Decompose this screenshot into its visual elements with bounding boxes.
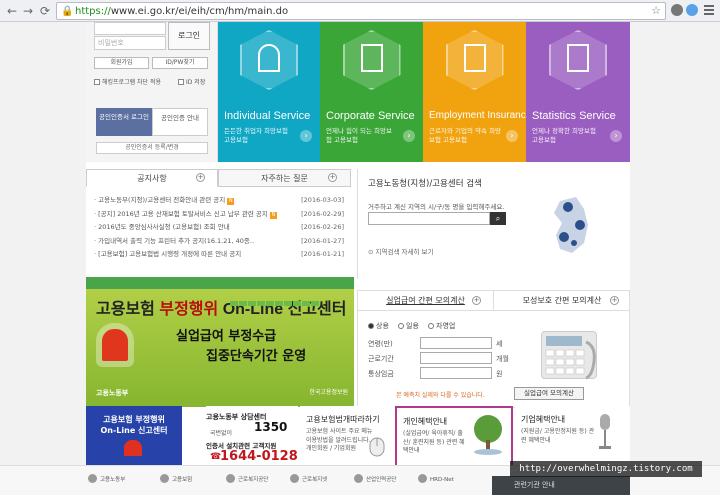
arrow-right-icon: › [300, 130, 312, 142]
tree-icon [474, 415, 502, 455]
contact-number: 1350 [254, 420, 288, 434]
url-text: https://www.ei.go.kr/ei/eih/cm/hm/main.d… [75, 6, 289, 17]
support-number: 1644-0128 [220, 449, 298, 464]
forward-icon[interactable]: → [20, 3, 36, 19]
cert-register-button[interactable]: 공인인증서 등록/변경 [96, 142, 208, 154]
back-icon[interactable]: ← [4, 3, 20, 19]
korea-map-icon [554, 197, 588, 253]
radio-regular[interactable]: 상용 [368, 321, 389, 331]
extension-icon[interactable] [686, 4, 698, 16]
faq-more-icon[interactable]: + [328, 173, 337, 182]
search-icon[interactable]: ⌕ [490, 212, 506, 225]
new-badge: N [227, 198, 235, 205]
list-item[interactable]: · [고용보험] 고용보험법 시행령 개정에 따른 안내 공지 [2016-01-… [94, 248, 350, 262]
join-button[interactable]: 회원가입 [94, 57, 149, 69]
contact-info: 고용노동부 상담센터 1350 국번없이 인증서 설치관련 고객지원 1644-… [206, 406, 298, 470]
corporate-service-tile[interactable]: Corporate Service 언제나 힘이 되는 희망보험 고용보험 › [320, 22, 423, 162]
lock-icon: 🔒 [61, 6, 74, 17]
save-id-checkbox[interactable]: ID 저장 [178, 77, 205, 86]
extension-icon[interactable] [671, 4, 683, 16]
fraud-report-banner[interactable]: 고용보험 부정행위 On-Line 신고센터 실업급여 부정수급 집중단속기간 … [86, 277, 354, 407]
online-report-banner[interactable]: 고용보험 부정행위 On-Line 신고센터 [86, 406, 182, 470]
new-badge: N [269, 211, 277, 219]
reload-icon[interactable]: ⟳ [37, 3, 53, 19]
find-id-pw-button[interactable]: ID/PW찾기 [152, 57, 208, 69]
footer-logo[interactable]: 근로복지공단 [226, 474, 268, 483]
arrow-right-icon: › [403, 130, 415, 142]
page-background: 비밀번호 로그인 회원가입 ID/PW찾기 해킹프로그램 차단 적용 ID 저장… [0, 22, 720, 495]
related-sites-button[interactable]: 관련기관 안내 [492, 476, 630, 495]
siren-icon [124, 440, 142, 456]
notice-tabs: 공지사항 + 자주하는 질문 + [86, 169, 351, 187]
password-input[interactable]: 비밀번호 [94, 36, 166, 50]
list-item[interactable]: · 2016년도 중앙심사사실청 (고용보험) 조회 안내 [2016-02-26… [94, 221, 350, 235]
login-button[interactable]: 로그인 [168, 22, 210, 50]
calc-more-icon[interactable]: + [472, 296, 481, 305]
wage-input[interactable] [420, 367, 492, 379]
mouse-icon [369, 437, 385, 457]
footer-logo[interactable]: 고용보험 [160, 474, 192, 483]
radio-self-employed[interactable]: 자영업 [428, 321, 455, 331]
region-search-link[interactable]: ⊙ 지역검색 자세히 보기 [368, 246, 433, 256]
arrow-right-icon: › [506, 130, 518, 142]
watermark: http://overwhelmingz.tistory.com [510, 461, 702, 477]
cert-guide-button[interactable]: 공인인증 안내 [152, 108, 208, 136]
banner-pager[interactable] [230, 299, 330, 306]
browser-menu-icon[interactable] [704, 5, 714, 17]
radio-daily[interactable]: 일용 [398, 321, 419, 331]
security-checkbox[interactable]: 해킹프로그램 차단 적용 [94, 77, 161, 86]
office-search-panel: 고용노동청(지청)/고용센터 검색 거주하고 계신 지역의 시/구/동 명을 입… [357, 169, 630, 279]
footer-logo[interactable]: 산업인력공단 [354, 474, 396, 483]
cert-login-button[interactable]: 공인인증서 로그인 [96, 108, 152, 136]
work-period-input[interactable] [420, 352, 492, 364]
calculator-icon [541, 331, 597, 380]
browser-toolbar: ← → ⟳ 🔒 https://www.ei.go.kr/ei/eih/cm/h… [0, 0, 720, 22]
phone-icon: ☎ [210, 452, 222, 462]
notice-list: · 고용노동부(지청)/고용센터 전화안내 관련 공지 N [2016-03-03]… [94, 194, 350, 262]
office-search-input[interactable] [368, 212, 490, 225]
ministry-logo: 고용노동부 [96, 389, 129, 397]
office-search-title: 고용노동청(지청)/고용센터 검색 [368, 179, 482, 189]
list-item[interactable]: · 가입내역서 출력 기능 프린터 추가 공지(16.1.21, 40종.. [2… [94, 235, 350, 249]
footer-logo[interactable]: 고용노동부 [88, 474, 125, 483]
notice-more-icon[interactable]: + [196, 173, 205, 182]
personal-benefit-card[interactable]: 개인혜택안내 (실업급여/ 육아휴직/ 출산/ 훈련지원 등) 관련 혜택안내 [395, 406, 513, 470]
login-box: 비밀번호 로그인 회원가입 ID/PW찾기 해킹프로그램 차단 적용 ID 저장… [86, 22, 218, 162]
list-item[interactable]: · 고용노동부(지청)/고용센터 전화안내 관련 공지 N [2016-03-03] [94, 194, 350, 208]
age-input[interactable] [420, 337, 492, 349]
footer-logo[interactable]: 근로복지넷 [290, 474, 327, 483]
calculate-button[interactable]: 실업급여 모의계산 [514, 387, 584, 400]
footer-logo[interactable]: HRD-Net [418, 474, 454, 483]
employment-insurance-tile[interactable]: Employment Insurance 근로자와 기업의 약속 희망보험 고용… [423, 22, 526, 162]
statistics-service-tile[interactable]: Statistics Service 언제나 정확한 희망보험 고용보험 › [526, 22, 630, 162]
keis-logo: 한국고용정보원 [309, 389, 348, 396]
calculator-panel: 실업급여 간편 모의계산 + 모성보호 간편 모의계산 + 상용 일용 자영업 … [357, 290, 630, 408]
list-item[interactable]: · [공지] 2016년 고용 산재보험 토탈서비스 신고 납부 관련 공지 N[… [94, 208, 350, 222]
individual-service-tile[interactable]: Individual Service 든든한 취업자 희망보험 고용보험 › [218, 22, 320, 162]
microphone-icon [599, 414, 611, 449]
arrow-right-icon: › [610, 130, 622, 142]
bookmark-star-icon[interactable]: ☆ [651, 4, 661, 17]
maternity-more-icon[interactable]: + [610, 296, 619, 305]
id-input[interactable] [94, 22, 166, 35]
siren-icon [102, 329, 128, 361]
howto-card[interactable]: 고용보험법개따라하기 고용보험 사이트 주요 메뉴 이용방법을 알려드립니다. … [300, 406, 394, 470]
address-bar[interactable]: 🔒 https://www.ei.go.kr/ei/eih/cm/hm/main… [56, 2, 666, 20]
